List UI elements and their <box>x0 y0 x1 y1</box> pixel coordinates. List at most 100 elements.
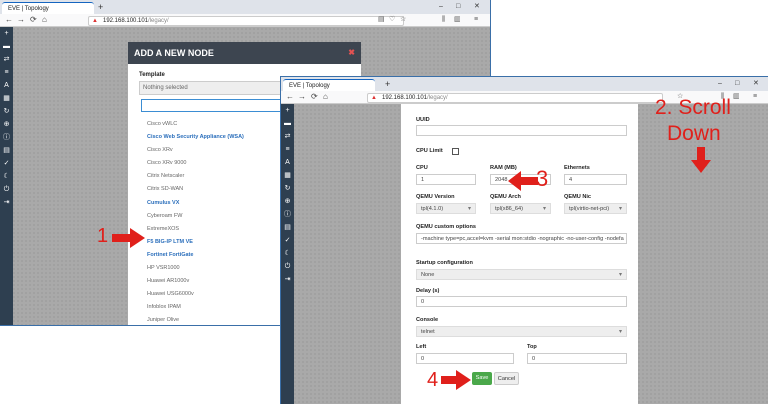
modal-header: ADD A NEW NODE ✖ <box>128 42 361 64</box>
cpu-limit-label: CPU Limit <box>416 148 443 154</box>
maximize-icon[interactable]: □ <box>456 1 460 13</box>
check-icon[interactable]: ✓ <box>281 234 294 247</box>
grid-icon[interactable]: ▦ <box>0 92 13 105</box>
back-icon[interactable]: ← <box>5 14 13 26</box>
check-icon[interactable]: ✓ <box>0 157 13 170</box>
left-input[interactable]: 0 <box>416 353 514 364</box>
nodes-icon[interactable]: ▬ <box>281 117 294 130</box>
home-icon[interactable]: ⌂ <box>323 91 328 103</box>
annotation-arrow-4 <box>441 370 471 390</box>
refresh-icon[interactable]: ↻ <box>0 105 13 118</box>
minimize-icon[interactable]: – <box>718 78 722 90</box>
lock-icon: ▲ <box>92 18 98 24</box>
list-icon[interactable]: ≡ <box>0 66 13 79</box>
close-icon[interactable]: ✕ <box>474 1 480 13</box>
console-select[interactable]: telnet <box>416 326 627 338</box>
forward-icon[interactable]: → <box>17 14 25 26</box>
annotation-step-3: 3 <box>536 166 549 191</box>
info-icon[interactable]: ⓘ <box>281 208 294 221</box>
info-icon[interactable]: ⓘ <box>0 131 13 144</box>
minimize-icon[interactable]: – <box>439 1 443 13</box>
startup-config-select[interactable]: None <box>416 269 627 281</box>
refresh-icon[interactable]: ↻ <box>281 182 294 195</box>
night-icon[interactable]: ☾ <box>0 170 13 183</box>
modal-title: ADD A NEW NODE <box>134 48 214 58</box>
exit-icon[interactable]: ⇥ <box>281 273 294 286</box>
add-icon[interactable]: + <box>0 27 13 40</box>
reader-icon[interactable]: ▤ <box>378 14 385 26</box>
annotation-arrow-2 <box>691 147 711 173</box>
bookmark-icon[interactable]: ☆ <box>400 14 406 26</box>
library-icon[interactable]: ⫼ <box>442 14 445 26</box>
home-icon[interactable]: ⌂ <box>42 14 47 26</box>
qemu-nic-label: QEMU Nic <box>564 194 592 200</box>
ethernets-input[interactable]: 4 <box>564 174 627 185</box>
side-menu: + ▬ ⇄ ≡ A ▦ ↻ ⊕ ⓘ ▤ ✓ ☾ ⏻ ⇥ <box>0 27 13 325</box>
uuid-input[interactable] <box>416 125 627 136</box>
qemu-version-select[interactable]: tpl(4.1.0) <box>416 203 476 215</box>
qemu-options-label: QEMU custom options <box>416 224 476 230</box>
sidebar-icon[interactable]: ▥ <box>733 91 740 103</box>
night-icon[interactable]: ☾ <box>281 247 294 260</box>
delay-label: Delay (s) <box>416 288 440 294</box>
networks-icon[interactable]: ⇄ <box>281 130 294 143</box>
nav-bar: ← → ⟳ ⌂ ▲ 192.168.100.101/legacy/ ▤ ♡ ☆ … <box>0 14 490 27</box>
top-input[interactable]: 0 <box>527 353 627 364</box>
tab-title: EVE | Topology <box>289 83 330 89</box>
reload-icon[interactable]: ⟳ <box>311 91 318 103</box>
qemu-options-input[interactable]: -machine type=pc,accel=kvm -serial mon:s… <box>416 233 627 244</box>
url-bar[interactable]: ▲ 192.168.100.101/legacy/ <box>88 16 404 26</box>
cpu-limit-checkbox[interactable] <box>452 148 459 155</box>
text-icon[interactable]: A <box>281 156 294 169</box>
lock-icon: ▲ <box>371 95 377 101</box>
text-icon[interactable]: A <box>0 79 13 92</box>
top-label: Top <box>527 344 537 350</box>
reload-icon[interactable]: ⟳ <box>30 14 37 26</box>
left-label: Left <box>416 344 427 350</box>
uuid-label: UUID <box>416 117 430 123</box>
cancel-button[interactable]: Cancel <box>494 372 519 385</box>
add-icon[interactable]: + <box>281 104 294 117</box>
zoom-icon[interactable]: ⊕ <box>0 118 13 131</box>
qemu-nic-select[interactable]: tpl(virtio-net-pci) <box>564 203 627 215</box>
power-icon[interactable]: ⏻ <box>0 183 13 196</box>
url-host: 192.168.100.101 <box>382 95 428 101</box>
list-icon[interactable]: ≡ <box>281 143 294 156</box>
close-icon[interactable]: ✕ <box>753 78 759 90</box>
url-bar[interactable]: ▲ 192.168.100.101/legacy/ <box>367 93 663 103</box>
cpu-input[interactable]: 1 <box>416 174 476 185</box>
tab-bar: EVE | Topology + – □ ✕ <box>0 0 490 15</box>
tab-title: EVE | Topology <box>8 6 49 12</box>
table-icon[interactable]: ▤ <box>281 221 294 234</box>
qemu-arch-label: QEMU Arch <box>490 194 521 200</box>
node-form-modal: UUID CPU Limit CPU 1 RAM (MB) 2048 Ether… <box>401 104 638 404</box>
zoom-icon[interactable]: ⊕ <box>281 195 294 208</box>
table-icon[interactable]: ▤ <box>0 144 13 157</box>
menu-icon[interactable]: ≡ <box>474 14 478 26</box>
save-button[interactable]: Save <box>472 372 492 385</box>
url-host: 192.168.100.101 <box>103 18 149 24</box>
menu-icon[interactable]: ≡ <box>753 91 757 103</box>
new-tab-icon[interactable]: + <box>385 78 390 90</box>
pocket-icon[interactable]: ♡ <box>389 14 395 26</box>
annotation-step-4: 4 <box>427 369 439 391</box>
url-path: /legacy/ <box>148 18 169 24</box>
sidebar-icon[interactable]: ▥ <box>454 14 461 26</box>
annotation-step-2-line-2: Down <box>667 122 721 145</box>
back-icon[interactable]: ← <box>286 91 294 103</box>
power-icon[interactable]: ⏻ <box>281 260 294 273</box>
annotation-step-1: 1 <box>97 225 109 247</box>
modal-close-icon[interactable]: ✖ <box>348 42 355 64</box>
annotation-step-2-line-1: 2. Scroll <box>655 96 731 119</box>
forward-icon[interactable]: → <box>298 91 306 103</box>
console-label: Console <box>416 317 439 323</box>
qemu-arch-select[interactable]: tpl(x86_64) <box>490 203 551 215</box>
networks-icon[interactable]: ⇄ <box>0 53 13 66</box>
grid-icon[interactable]: ▦ <box>281 169 294 182</box>
nodes-icon[interactable]: ▬ <box>0 40 13 53</box>
maximize-icon[interactable]: □ <box>735 78 739 90</box>
startup-config-label: Startup configuration <box>416 260 473 266</box>
new-tab-icon[interactable]: + <box>98 1 103 13</box>
exit-icon[interactable]: ⇥ <box>0 196 13 209</box>
delay-input[interactable]: 0 <box>416 296 627 307</box>
